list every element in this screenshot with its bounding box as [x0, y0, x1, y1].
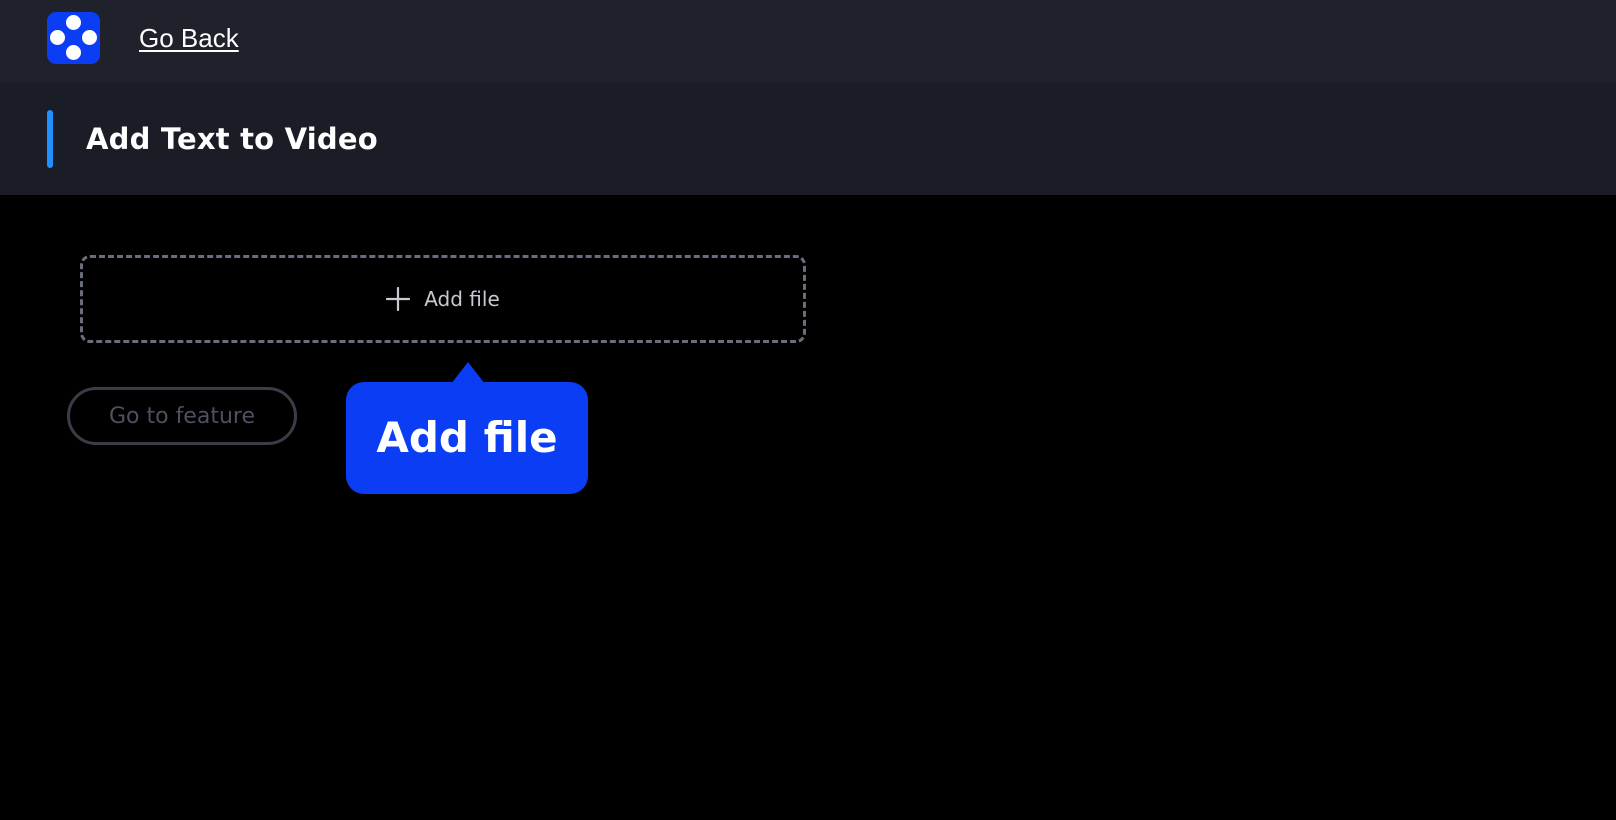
go-to-feature-button[interactable]: Go to feature	[67, 387, 297, 445]
logo-dot	[82, 30, 97, 45]
go-back-link[interactable]: Go Back	[139, 20, 239, 56]
top-navigation-bar: Go Back	[0, 0, 1616, 83]
page-title: Add Text to Video	[86, 122, 378, 156]
logo-dot	[66, 45, 81, 60]
header-accent-bar	[47, 110, 53, 168]
tooltip-text: Add file	[376, 413, 558, 462]
add-file-tooltip: Add file	[346, 382, 588, 494]
add-file-label: Add file	[424, 287, 500, 311]
logo-dot	[66, 15, 81, 30]
app-logo-icon[interactable]	[47, 12, 100, 64]
plus-icon	[386, 287, 411, 311]
add-file-dropzone[interactable]: Add file	[80, 255, 806, 343]
logo-dot	[50, 30, 65, 45]
add-file-content: Add file	[386, 287, 500, 311]
tooltip-arrow	[451, 362, 485, 384]
page-header: Add Text to Video	[0, 83, 1616, 195]
